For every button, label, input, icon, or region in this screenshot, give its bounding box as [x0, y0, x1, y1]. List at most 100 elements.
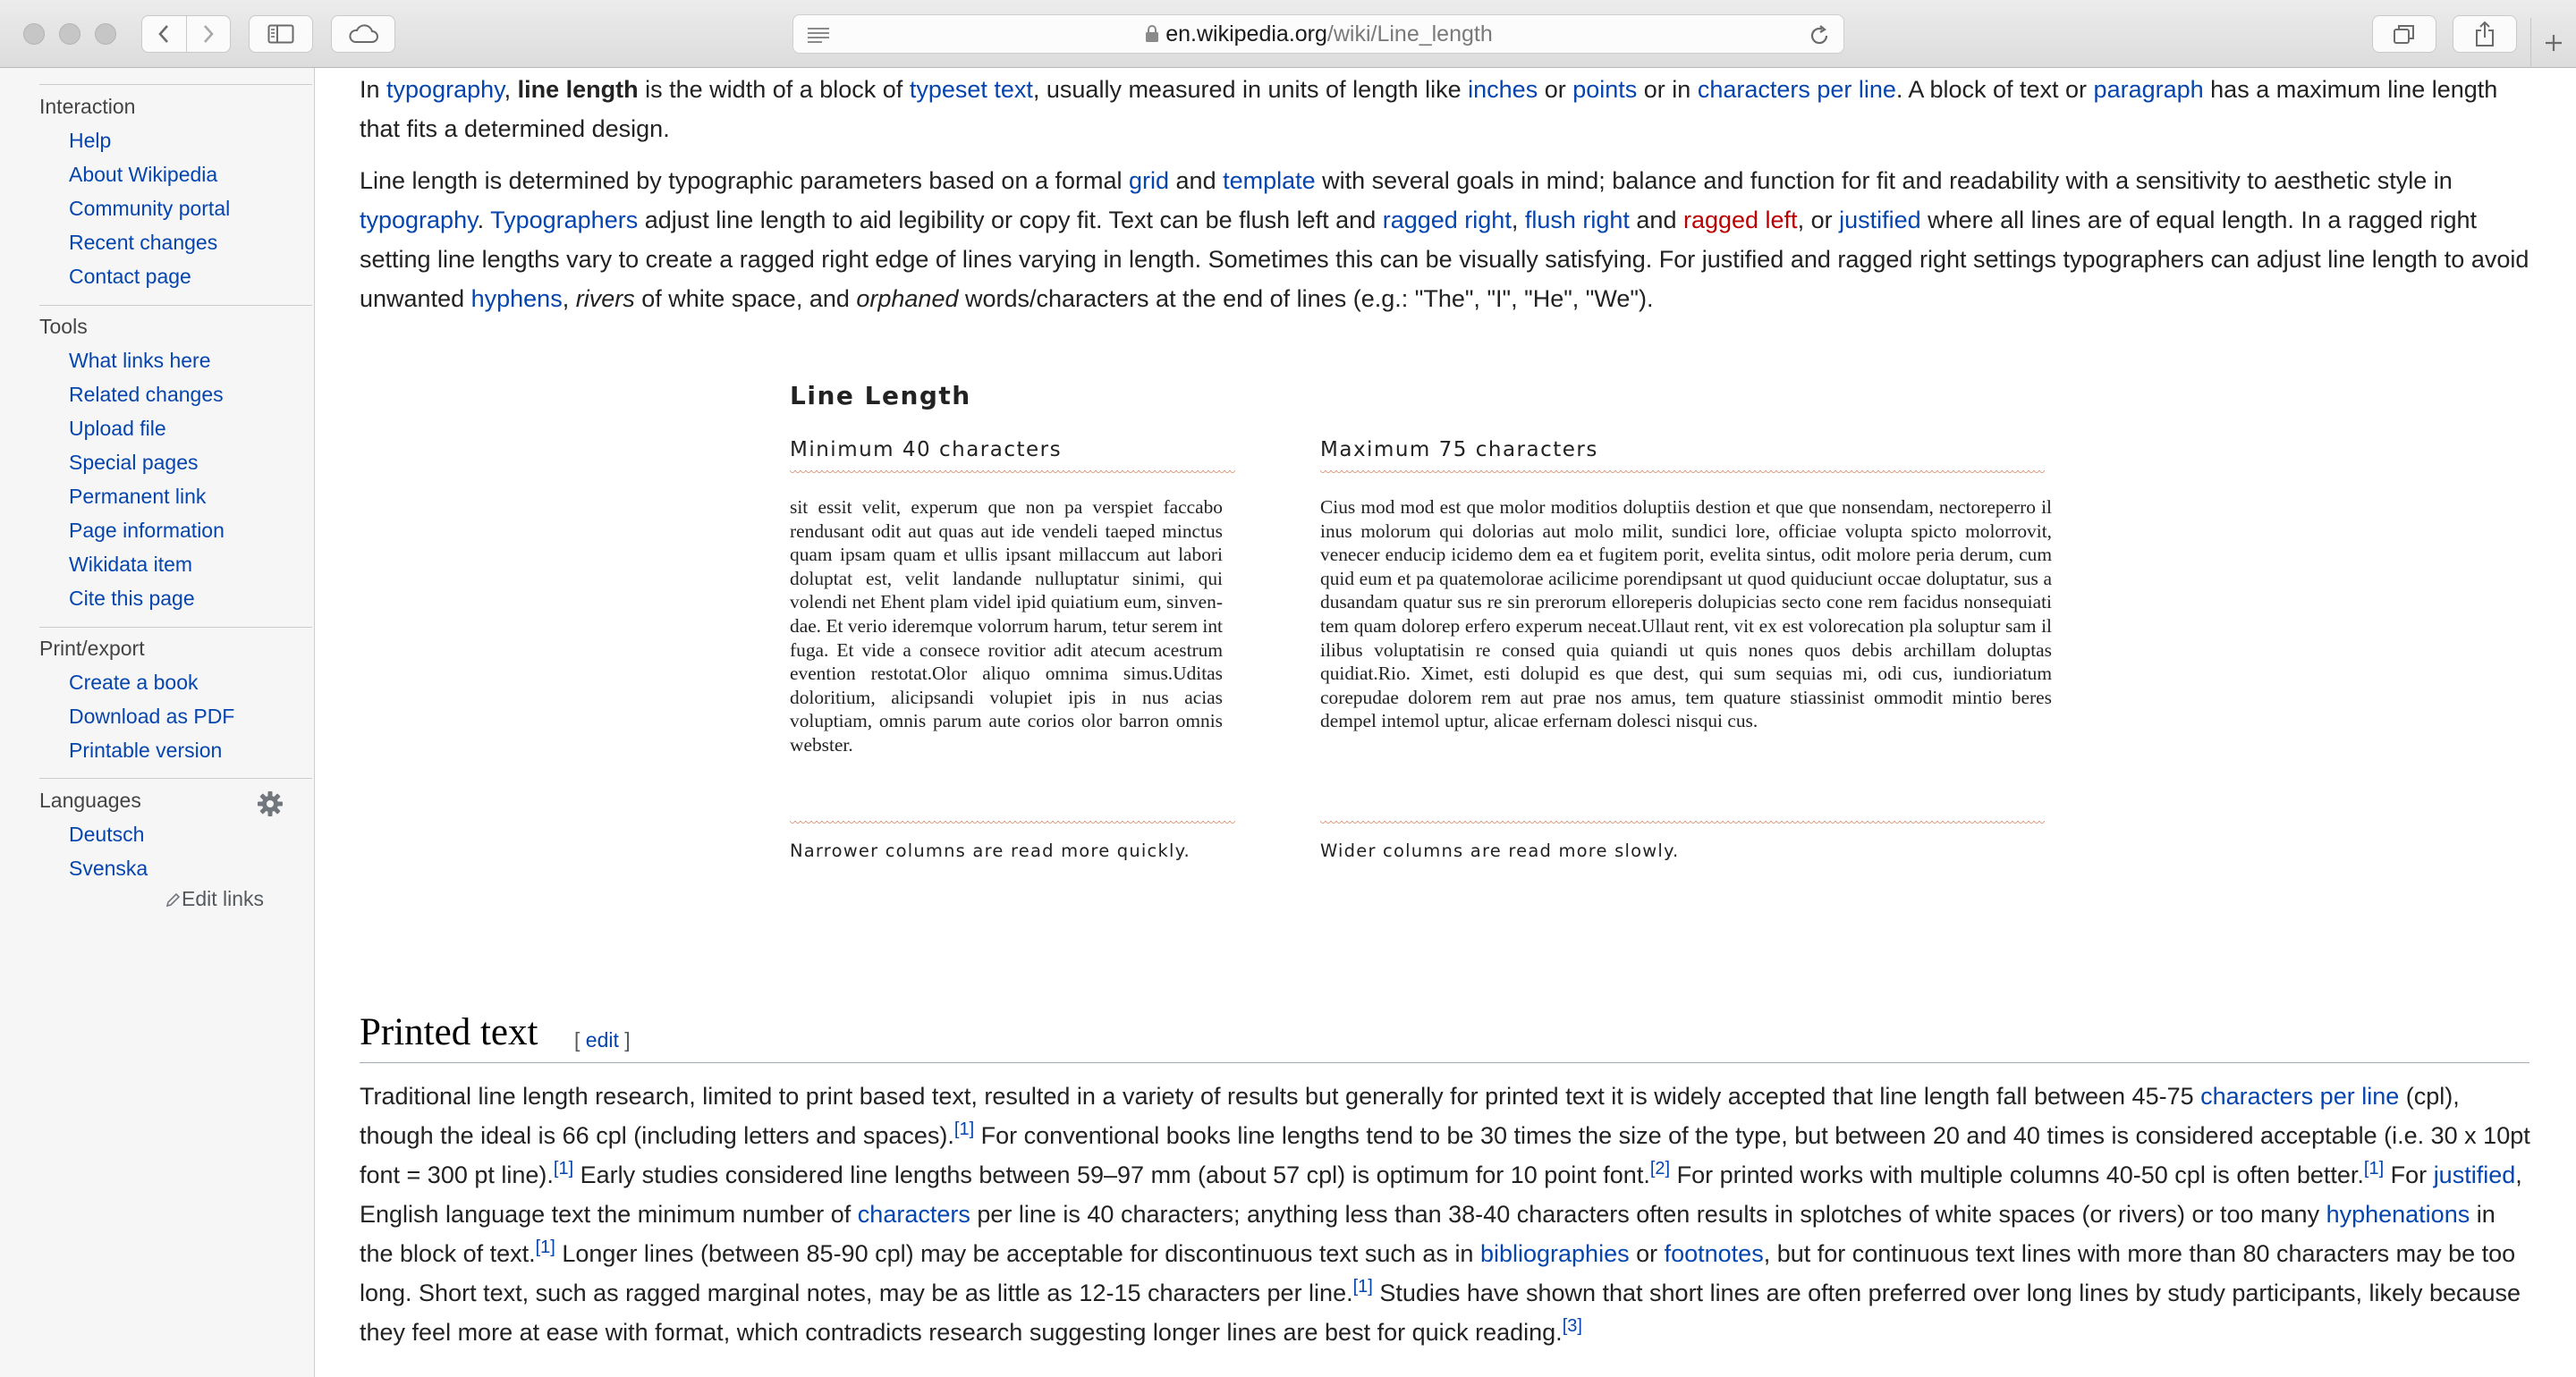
- sidebar-link-page-information[interactable]: Page information: [69, 519, 225, 543]
- citation-link[interactable]: [1]: [2364, 1159, 2384, 1178]
- link-points[interactable]: points: [1572, 76, 1637, 103]
- back-button[interactable]: [142, 16, 186, 52]
- sidebar-heading-tools: Tools: [39, 315, 88, 338]
- bracket: [: [574, 1028, 586, 1052]
- text: . A block of text or: [1895, 76, 2094, 103]
- minimize-window-button[interactable]: [59, 23, 80, 45]
- sidebar-icon: [267, 24, 294, 44]
- close-window-button[interactable]: [23, 23, 45, 45]
- address-bar[interactable]: en.wikipedia.org/wiki/Line_length: [792, 14, 1844, 54]
- text: Early studies considered line lengths be…: [573, 1162, 1650, 1188]
- history-navigation: [141, 15, 231, 53]
- section-title: Printed text: [360, 1011, 538, 1053]
- link-ragged-left[interactable]: ragged left: [1683, 207, 1798, 233]
- link-characters[interactable]: characters: [858, 1201, 970, 1228]
- link-paragraph[interactable]: paragraph: [2094, 76, 2204, 103]
- sidebar-link-cite-this-page[interactable]: Cite this page: [69, 587, 195, 611]
- sidebar-link-printable-version[interactable]: Printable version: [69, 739, 222, 763]
- link-hyphens[interactable]: hyphens: [471, 285, 563, 312]
- link-ragged-right[interactable]: ragged right: [1383, 207, 1512, 233]
- article-content: In typography, line length is the width …: [316, 68, 2576, 1377]
- text: or: [1538, 76, 1573, 103]
- sidebar-link-about-wikipedia[interactable]: About Wikipedia: [69, 163, 217, 187]
- browser-toolbar: en.wikipedia.org/wiki/Line_length: [0, 0, 2576, 68]
- citation-link[interactable]: [2]: [1650, 1159, 1670, 1178]
- text: ,: [504, 76, 518, 103]
- text: and: [1169, 167, 1224, 194]
- citation-link[interactable]: [1]: [1353, 1277, 1373, 1297]
- figure-divider: [1320, 821, 2045, 826]
- figure-divider: [1320, 470, 2045, 476]
- link-justified[interactable]: justified: [1839, 207, 1921, 233]
- sidebar-heading-print-export: Print/export: [39, 637, 145, 660]
- text: Longer lines (between 85-90 cpl) may be …: [555, 1240, 1480, 1267]
- citation-link[interactable]: [1]: [554, 1159, 573, 1178]
- text: and: [1629, 207, 1683, 233]
- gear-icon[interactable]: [257, 790, 284, 817]
- text: , or: [1797, 207, 1840, 233]
- icloud-tabs-button[interactable]: [331, 15, 395, 53]
- link-flush-right[interactable]: flush right: [1525, 207, 1630, 233]
- sidebar-divider: [39, 305, 312, 306]
- link-typographers[interactable]: Typographers: [490, 207, 638, 233]
- link-hyphenations[interactable]: hyphenations: [2326, 1201, 2470, 1228]
- article-paragraph-2: Line length is determined by typographic…: [360, 161, 2535, 318]
- text: In: [360, 76, 387, 103]
- link-bibliographies[interactable]: bibliographies: [1480, 1240, 1630, 1267]
- url-path: /wiki/Line_length: [1326, 21, 1493, 46]
- zoom-window-button[interactable]: [95, 23, 116, 45]
- sidebar-link-permanent-link[interactable]: Permanent link: [69, 485, 206, 509]
- figure-divider: [790, 821, 1235, 826]
- section-edit-link[interactable]: edit: [586, 1028, 619, 1052]
- sidebar-link-create-a-book[interactable]: Create a book: [69, 671, 198, 695]
- link-grid[interactable]: grid: [1129, 167, 1169, 194]
- show-all-tabs-button[interactable]: [2372, 15, 2436, 53]
- sidebar-link-community-portal[interactable]: Community portal: [69, 197, 230, 221]
- sidebar-link-wikidata-item[interactable]: Wikidata item: [69, 553, 192, 577]
- link-inches[interactable]: inches: [1468, 76, 1538, 103]
- citation-link[interactable]: [1]: [954, 1119, 974, 1139]
- link-typography[interactable]: typography: [360, 207, 478, 233]
- sidebar-link-deutsch[interactable]: Deutsch: [69, 823, 144, 847]
- text: or in: [1637, 76, 1698, 103]
- sidebar-link-help[interactable]: Help: [69, 129, 111, 153]
- figure-max-caption: Wider columns are read more slowly.: [1320, 841, 1680, 861]
- figure-min-header: Minimum 40 characters: [790, 438, 1063, 461]
- link-template[interactable]: template: [1223, 167, 1316, 194]
- forward-button[interactable]: [185, 16, 231, 52]
- sidebar-link-special-pages[interactable]: Special pages: [69, 451, 199, 475]
- link-justified[interactable]: justified: [2434, 1162, 2516, 1188]
- plus-icon: [2546, 35, 2562, 51]
- article-paragraph-3: Traditional line length research, limite…: [360, 1077, 2535, 1352]
- line-length-figure: Line Length Minimum 40 characters sit es…: [790, 381, 2176, 953]
- tabs-icon: [2394, 25, 2414, 44]
- sidebar-heading-interaction: Interaction: [39, 95, 136, 118]
- text: .: [477, 207, 491, 233]
- text: For: [2384, 1162, 2434, 1188]
- edit-links-button[interactable]: Edit links: [165, 887, 264, 911]
- link-characters-per-line[interactable]: characters per line: [2200, 1083, 2399, 1110]
- sidebar-link-related-changes[interactable]: Related changes: [69, 383, 224, 407]
- new-tab-button[interactable]: [2530, 18, 2576, 68]
- share-icon: [2476, 21, 2494, 46]
- link-typeset-text[interactable]: typeset text: [910, 76, 1033, 103]
- url-text[interactable]: en.wikipedia.org/wiki/Line_length: [793, 15, 1843, 53]
- text: with several goals in mind; balance and …: [1315, 167, 2453, 194]
- url-host: en.wikipedia.org: [1165, 21, 1327, 46]
- sidebar-link-contact-page[interactable]: Contact page: [69, 265, 191, 289]
- link-characters-per-line[interactable]: characters per line: [1698, 76, 1896, 103]
- sidebar-link-recent-changes[interactable]: Recent changes: [69, 231, 217, 255]
- italic-term: orphaned: [856, 285, 959, 312]
- sidebar-toggle-button[interactable]: [249, 15, 313, 53]
- link-footnotes[interactable]: footnotes: [1665, 1240, 1764, 1267]
- share-button[interactable]: [2453, 15, 2517, 53]
- sidebar-link-svenska[interactable]: Svenska: [69, 857, 148, 881]
- reload-icon[interactable]: [1808, 24, 1831, 47]
- figure-title: Line Length: [790, 381, 971, 410]
- sidebar-link-upload-file[interactable]: Upload file: [69, 417, 166, 441]
- sidebar-link-what-links-here[interactable]: What links here: [69, 349, 211, 373]
- citation-link[interactable]: [1]: [536, 1238, 555, 1257]
- sidebar-link-download-as-pdf[interactable]: Download as PDF: [69, 705, 234, 729]
- citation-link[interactable]: [3]: [1563, 1316, 1582, 1336]
- link-typography[interactable]: typography: [386, 76, 504, 103]
